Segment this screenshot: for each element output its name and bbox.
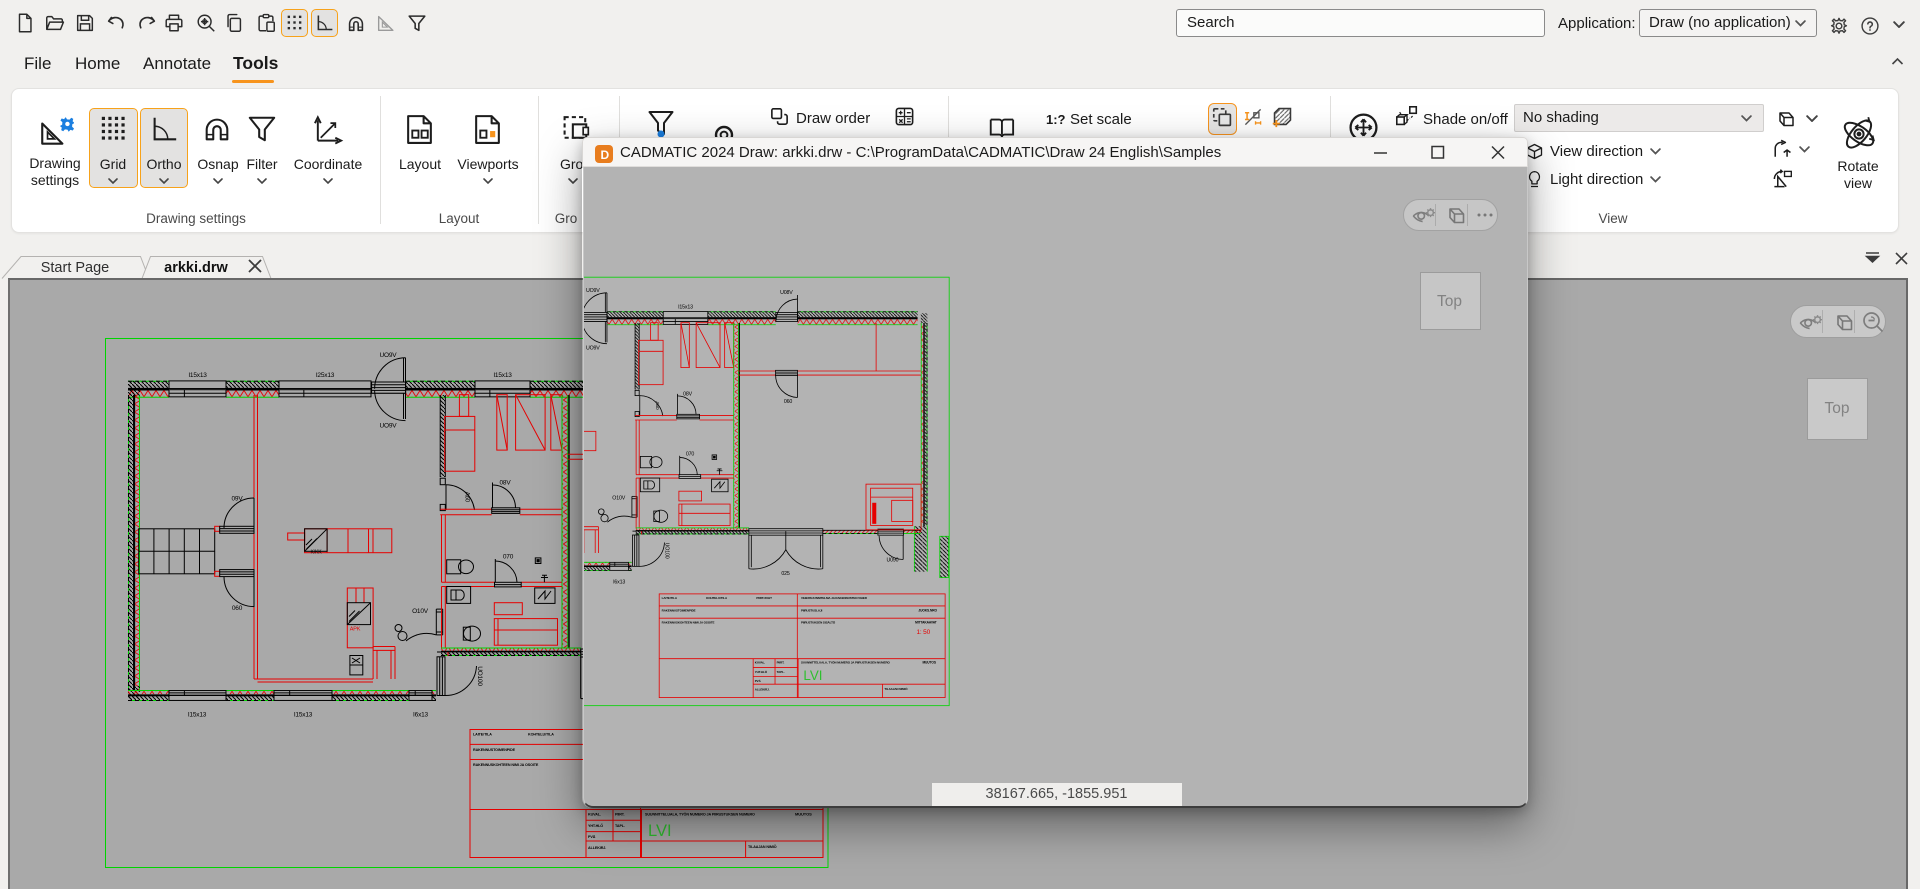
svg-text:Start Page: Start Page [41,260,110,276]
svg-text:arkki.drw: arkki.drw [164,260,228,276]
